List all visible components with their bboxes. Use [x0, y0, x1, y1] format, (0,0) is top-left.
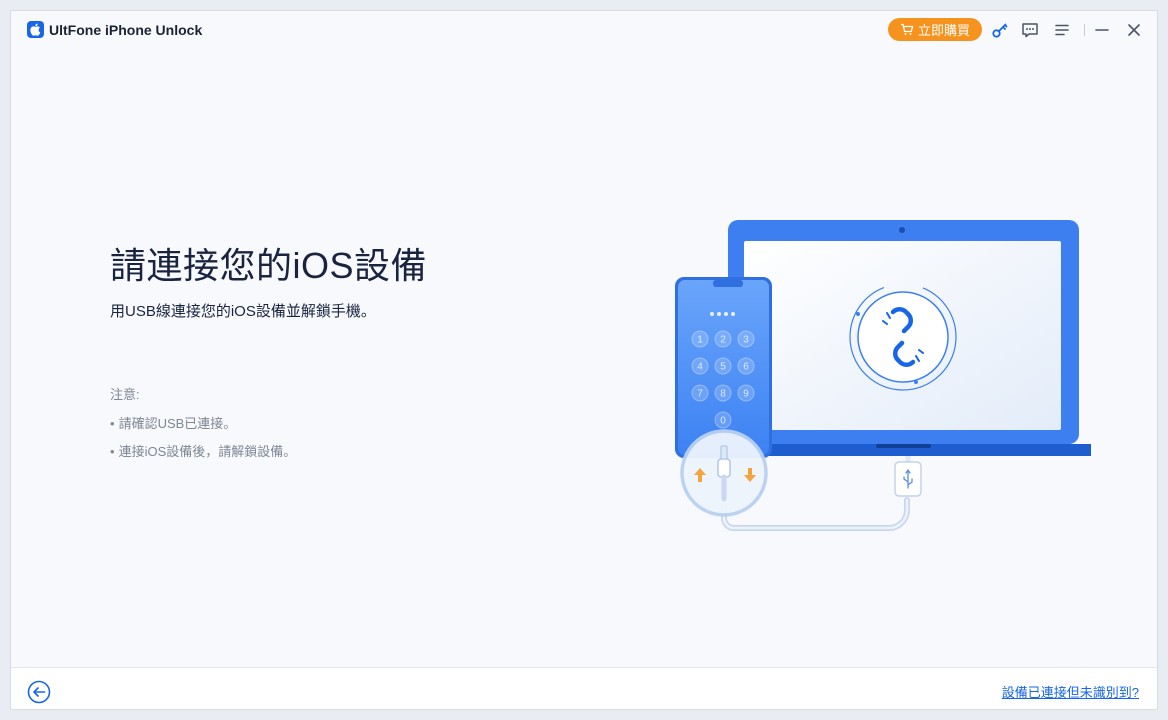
keypad-key-label: 4 [697, 362, 703, 373]
minimize-icon[interactable] [1092, 20, 1112, 40]
keypad-key-label: 9 [743, 389, 749, 400]
keypad-key-label: 6 [743, 362, 749, 373]
note-item: 請確認USB已連接。 [110, 413, 237, 432]
keypad-key-label: 0 [720, 416, 726, 427]
keypad-key-label: 5 [720, 362, 726, 373]
keypad-key-label: 2 [720, 335, 726, 346]
page-title: 請連接您的iOS設備 [110, 245, 428, 286]
back-arrow-icon[interactable] [27, 680, 51, 704]
app-title: UltFone iPhone Unlock [49, 22, 203, 38]
app-window: UltFone iPhone Unlock 立即購買 請連接您的iOS設備 用U… [10, 10, 1158, 710]
note-item: 連接iOS設備後，請解鎖設備。 [110, 441, 297, 460]
broken-link-icon [849, 283, 957, 391]
connection-illustration: 1 2 3 4 5 6 7 8 9 0 [675, 220, 1091, 531]
apple-icon [27, 21, 44, 38]
keypad-key-label: 7 [697, 389, 703, 400]
page-subtitle: 用USB線連接您的iOS設備並解鎖手機。 [110, 303, 376, 320]
buy-now-label: 立即購買 [917, 23, 970, 38]
footer-bar: 設備已連接但未識別到? [11, 667, 1157, 709]
toolbar-divider [1084, 24, 1085, 36]
connector-zoom-graphic [680, 429, 768, 517]
close-icon[interactable] [1124, 20, 1144, 40]
device-not-recognized-link[interactable]: 設備已連接但未識別到? [1002, 682, 1139, 701]
menu-icon[interactable] [1052, 20, 1072, 40]
keypad-key-label: 8 [720, 389, 726, 400]
keypad-key-label: 3 [743, 335, 749, 346]
key-icon[interactable] [990, 20, 1010, 40]
buy-now-button[interactable]: 立即購買 [888, 18, 982, 41]
keypad-key-label: 1 [697, 335, 703, 346]
title-bar: UltFone iPhone Unlock 立即購買 [11, 11, 1157, 49]
feedback-icon[interactable] [1020, 20, 1040, 40]
cart-icon [900, 23, 914, 35]
notes-title: 注意: [110, 387, 140, 402]
